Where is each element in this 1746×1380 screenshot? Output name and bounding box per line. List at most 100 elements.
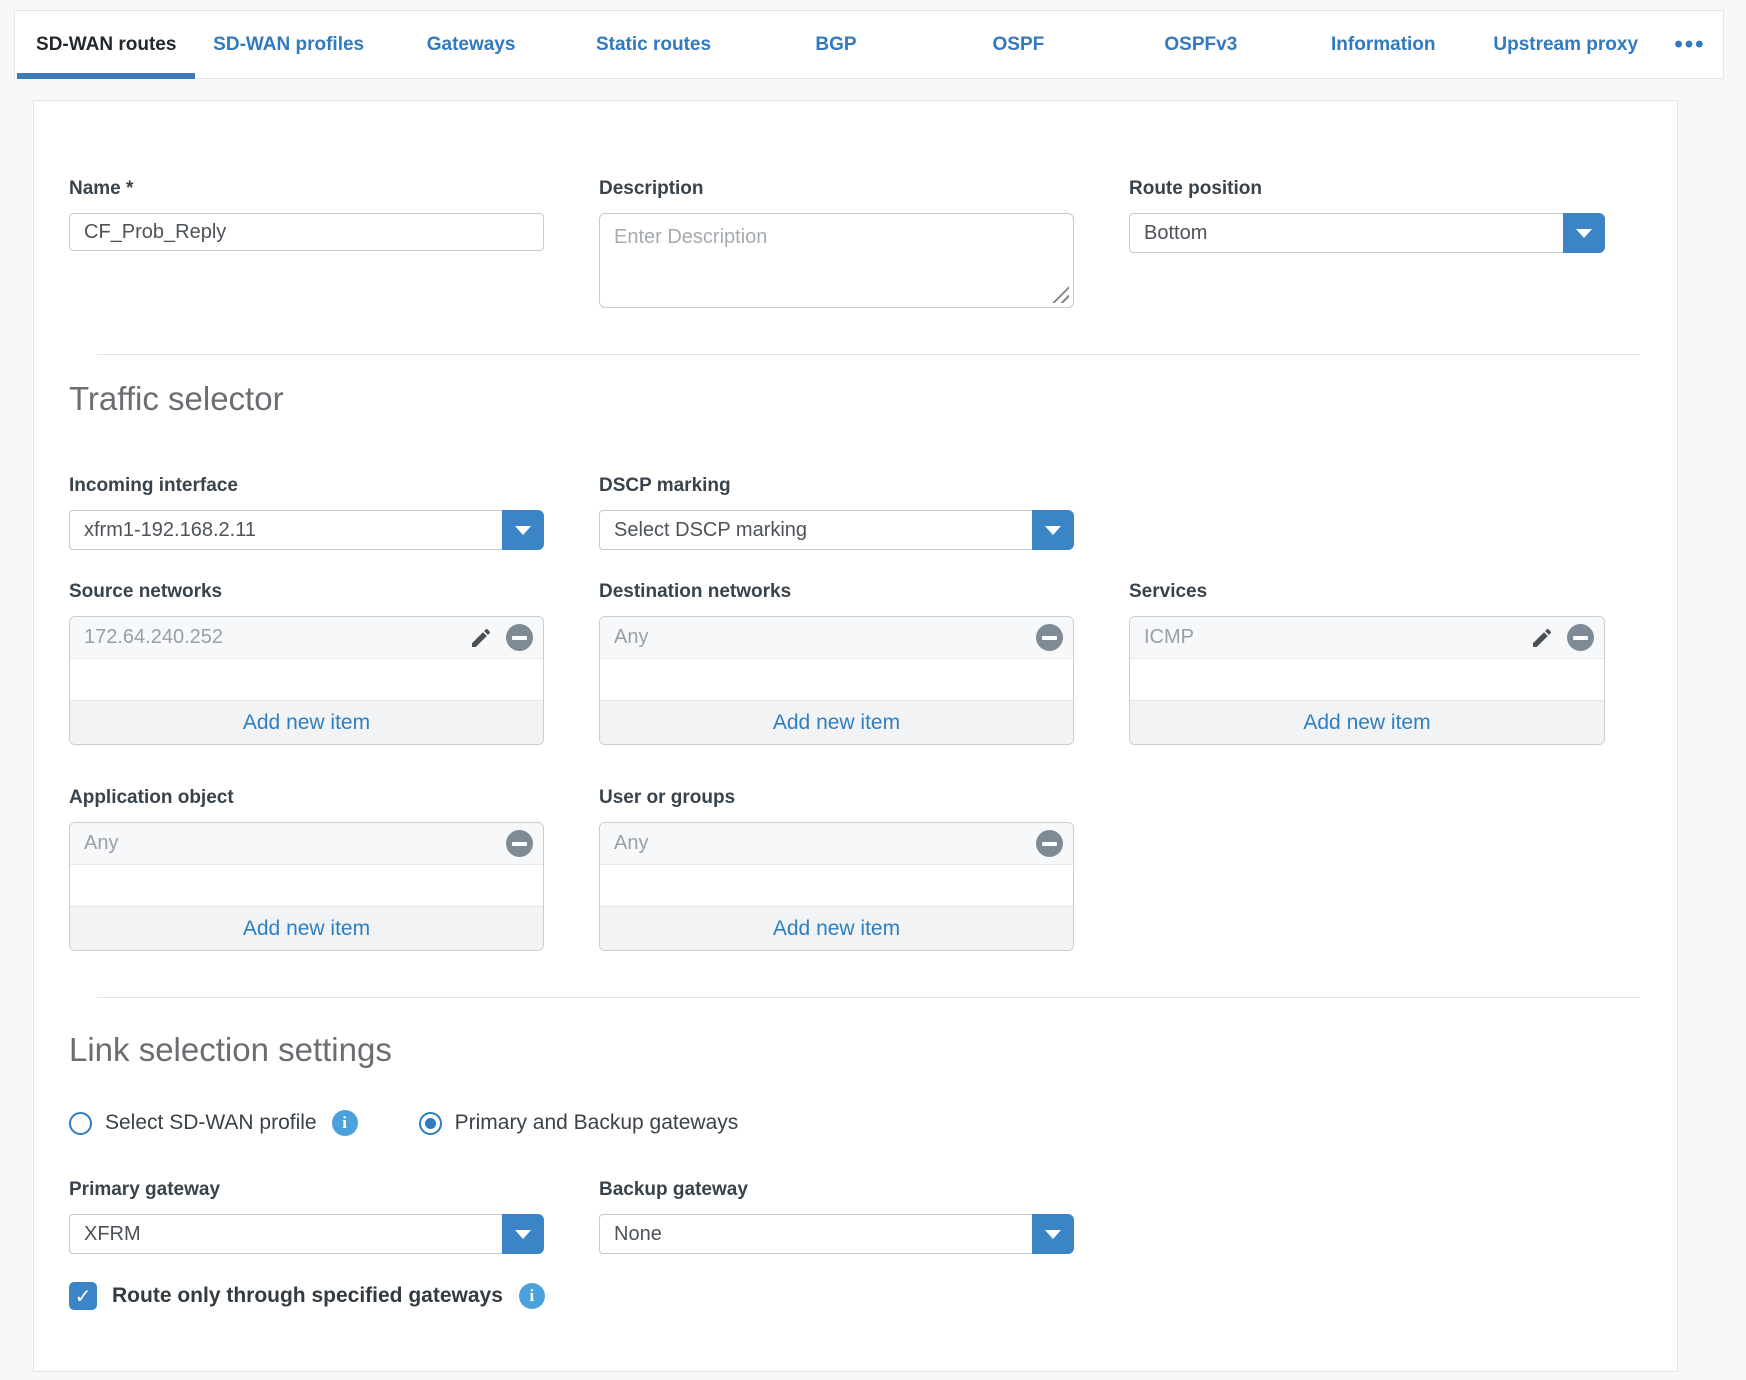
tab-label: Information xyxy=(1331,34,1436,56)
tab-label: BGP xyxy=(815,34,856,56)
source-networks-field-group: Source networks 172.64.240.252 Add new i… xyxy=(69,580,544,745)
info-icon[interactable]: i xyxy=(519,1283,545,1309)
tab-static-routes[interactable]: Static routes xyxy=(562,11,744,78)
name-label: Name * xyxy=(69,177,544,201)
active-tab-underline xyxy=(17,73,195,79)
more-tabs-ellipsis-icon[interactable]: ••• xyxy=(1657,11,1723,78)
remove-item-icon[interactable] xyxy=(506,830,533,857)
add-new-item-button[interactable]: Add new item xyxy=(1130,700,1604,744)
source-networks-listbox: 172.64.240.252 Add new item xyxy=(69,616,544,745)
edit-pencil-icon[interactable] xyxy=(468,625,494,651)
list-item: Any xyxy=(600,823,1073,865)
add-new-item-button[interactable]: Add new item xyxy=(70,700,543,744)
incoming-interface-dropdown-button[interactable] xyxy=(502,510,544,550)
link-selection-radio-row: Select SD-WAN profile i Primary and Back… xyxy=(69,1110,1677,1136)
route-only-checkbox[interactable]: ✓ xyxy=(69,1282,97,1310)
incoming-interface-value: xfrm1-192.168.2.11 xyxy=(69,510,502,550)
primary-gateway-select[interactable]: XFRM xyxy=(69,1214,544,1254)
list-item: 172.64.240.252 xyxy=(70,617,543,659)
description-label: Description xyxy=(599,177,1074,201)
traffic-selector-heading: Traffic selector xyxy=(69,377,1677,421)
listbox-spacer xyxy=(70,659,543,700)
name-input[interactable] xyxy=(69,213,544,251)
divider xyxy=(97,354,1640,355)
networks-services-row: Source networks 172.64.240.252 Add new i… xyxy=(69,580,1677,745)
link-selection-heading: Link selection settings xyxy=(69,1028,1677,1072)
name-field-group: Name * xyxy=(69,177,544,308)
route-only-checkbox-row: ✓ Route only through specified gateways … xyxy=(69,1282,1677,1310)
remove-item-icon[interactable] xyxy=(506,624,533,651)
remove-item-icon[interactable] xyxy=(1036,624,1063,651)
tab-label: Upstream proxy xyxy=(1493,34,1638,56)
tab-label: Static routes xyxy=(596,34,711,56)
general-fields-row: Name * Description Route position Bottom xyxy=(69,177,1677,308)
primary-gateway-label: Primary gateway xyxy=(69,1178,544,1202)
list-item-text: ICMP xyxy=(1144,626,1529,649)
route-position-dropdown-button[interactable] xyxy=(1563,213,1605,253)
destination-networks-label: Destination networks xyxy=(599,580,1074,604)
dscp-marking-select[interactable]: Select DSCP marking xyxy=(599,510,1074,550)
tab-sdwan-profiles[interactable]: SD-WAN profiles xyxy=(197,11,379,78)
tab-upstream-proxy[interactable]: Upstream proxy xyxy=(1475,11,1657,78)
tab-label: SD-WAN routes xyxy=(36,34,176,56)
backup-gateway-label: Backup gateway xyxy=(599,1178,1074,1202)
listbox-spacer xyxy=(600,865,1073,906)
check-icon: ✓ xyxy=(75,1284,92,1309)
info-icon[interactable]: i xyxy=(332,1110,358,1136)
edit-pencil-icon[interactable] xyxy=(1529,625,1555,651)
incoming-interface-field-group: Incoming interface xfrm1-192.168.2.11 xyxy=(69,474,544,550)
incoming-interface-select[interactable]: xfrm1-192.168.2.11 xyxy=(69,510,544,550)
list-item-text: Any xyxy=(614,832,1036,855)
route-position-value: Bottom xyxy=(1129,213,1563,253)
primary-gateway-value: XFRM xyxy=(69,1214,502,1254)
primary-gateway-dropdown-button[interactable] xyxy=(502,1214,544,1254)
route-only-checkbox-label: Route only through specified gateways xyxy=(112,1284,503,1308)
sdwan-route-form-card: Name * Description Route position Bottom… xyxy=(33,100,1678,1372)
backup-gateway-select[interactable]: None xyxy=(599,1214,1074,1254)
application-users-row: Application object Any Add new item User… xyxy=(69,786,1677,951)
chevron-down-icon xyxy=(1045,1230,1061,1239)
tab-label: SD-WAN profiles xyxy=(213,34,364,56)
services-listbox: ICMP Add new item xyxy=(1129,616,1605,745)
tab-label: OSPFv3 xyxy=(1164,34,1237,56)
required-marker: * xyxy=(126,178,133,199)
tab-information[interactable]: Information xyxy=(1292,11,1474,78)
application-object-listbox: Any Add new item xyxy=(69,822,544,951)
add-new-item-button[interactable]: Add new item xyxy=(600,700,1073,744)
primary-gateway-field-group: Primary gateway XFRM xyxy=(69,1178,544,1254)
divider xyxy=(97,997,1640,998)
tab-ospfv3[interactable]: OSPFv3 xyxy=(1110,11,1292,78)
tab-bgp[interactable]: BGP xyxy=(745,11,927,78)
list-item: Any xyxy=(70,823,543,865)
user-or-groups-field-group: User or groups Any Add new item xyxy=(599,786,1074,951)
source-networks-label: Source networks xyxy=(69,580,544,604)
description-field-group: Description xyxy=(599,177,1074,308)
listbox-spacer xyxy=(70,865,543,906)
tab-label: OSPF xyxy=(993,34,1045,56)
description-textarea-wrap xyxy=(599,213,1074,308)
user-or-groups-listbox: Any Add new item xyxy=(599,822,1074,951)
incoming-interface-label: Incoming interface xyxy=(69,474,544,498)
tab-gateways[interactable]: Gateways xyxy=(380,11,562,78)
tab-bar: SD-WAN routes SD-WAN profiles Gateways S… xyxy=(14,10,1724,79)
backup-gateway-dropdown-button[interactable] xyxy=(1032,1214,1074,1254)
tab-ospf[interactable]: OSPF xyxy=(927,11,1109,78)
add-new-item-button[interactable]: Add new item xyxy=(70,906,543,950)
backup-gateway-field-group: Backup gateway None xyxy=(599,1178,1074,1254)
dscp-marking-label: DSCP marking xyxy=(599,474,1074,498)
destination-networks-listbox: Any Add new item xyxy=(599,616,1074,745)
list-item-text: Any xyxy=(614,626,1036,649)
remove-item-icon[interactable] xyxy=(1567,624,1594,651)
radio-label: Primary and Backup gateways xyxy=(455,1111,739,1135)
description-textarea[interactable] xyxy=(599,213,1074,308)
radio-primary-backup-gateways[interactable]: Primary and Backup gateways xyxy=(419,1111,739,1135)
list-item: ICMP xyxy=(1130,617,1604,659)
dscp-marking-field-group: DSCP marking Select DSCP marking xyxy=(599,474,1074,550)
remove-item-icon[interactable] xyxy=(1036,830,1063,857)
tab-sdwan-routes[interactable]: SD-WAN routes xyxy=(15,11,197,78)
listbox-spacer xyxy=(600,659,1073,700)
add-new-item-button[interactable]: Add new item xyxy=(600,906,1073,950)
route-position-select[interactable]: Bottom xyxy=(1129,213,1605,253)
radio-select-sdwan-profile[interactable]: Select SD-WAN profile xyxy=(69,1111,317,1135)
dscp-marking-dropdown-button[interactable] xyxy=(1032,510,1074,550)
